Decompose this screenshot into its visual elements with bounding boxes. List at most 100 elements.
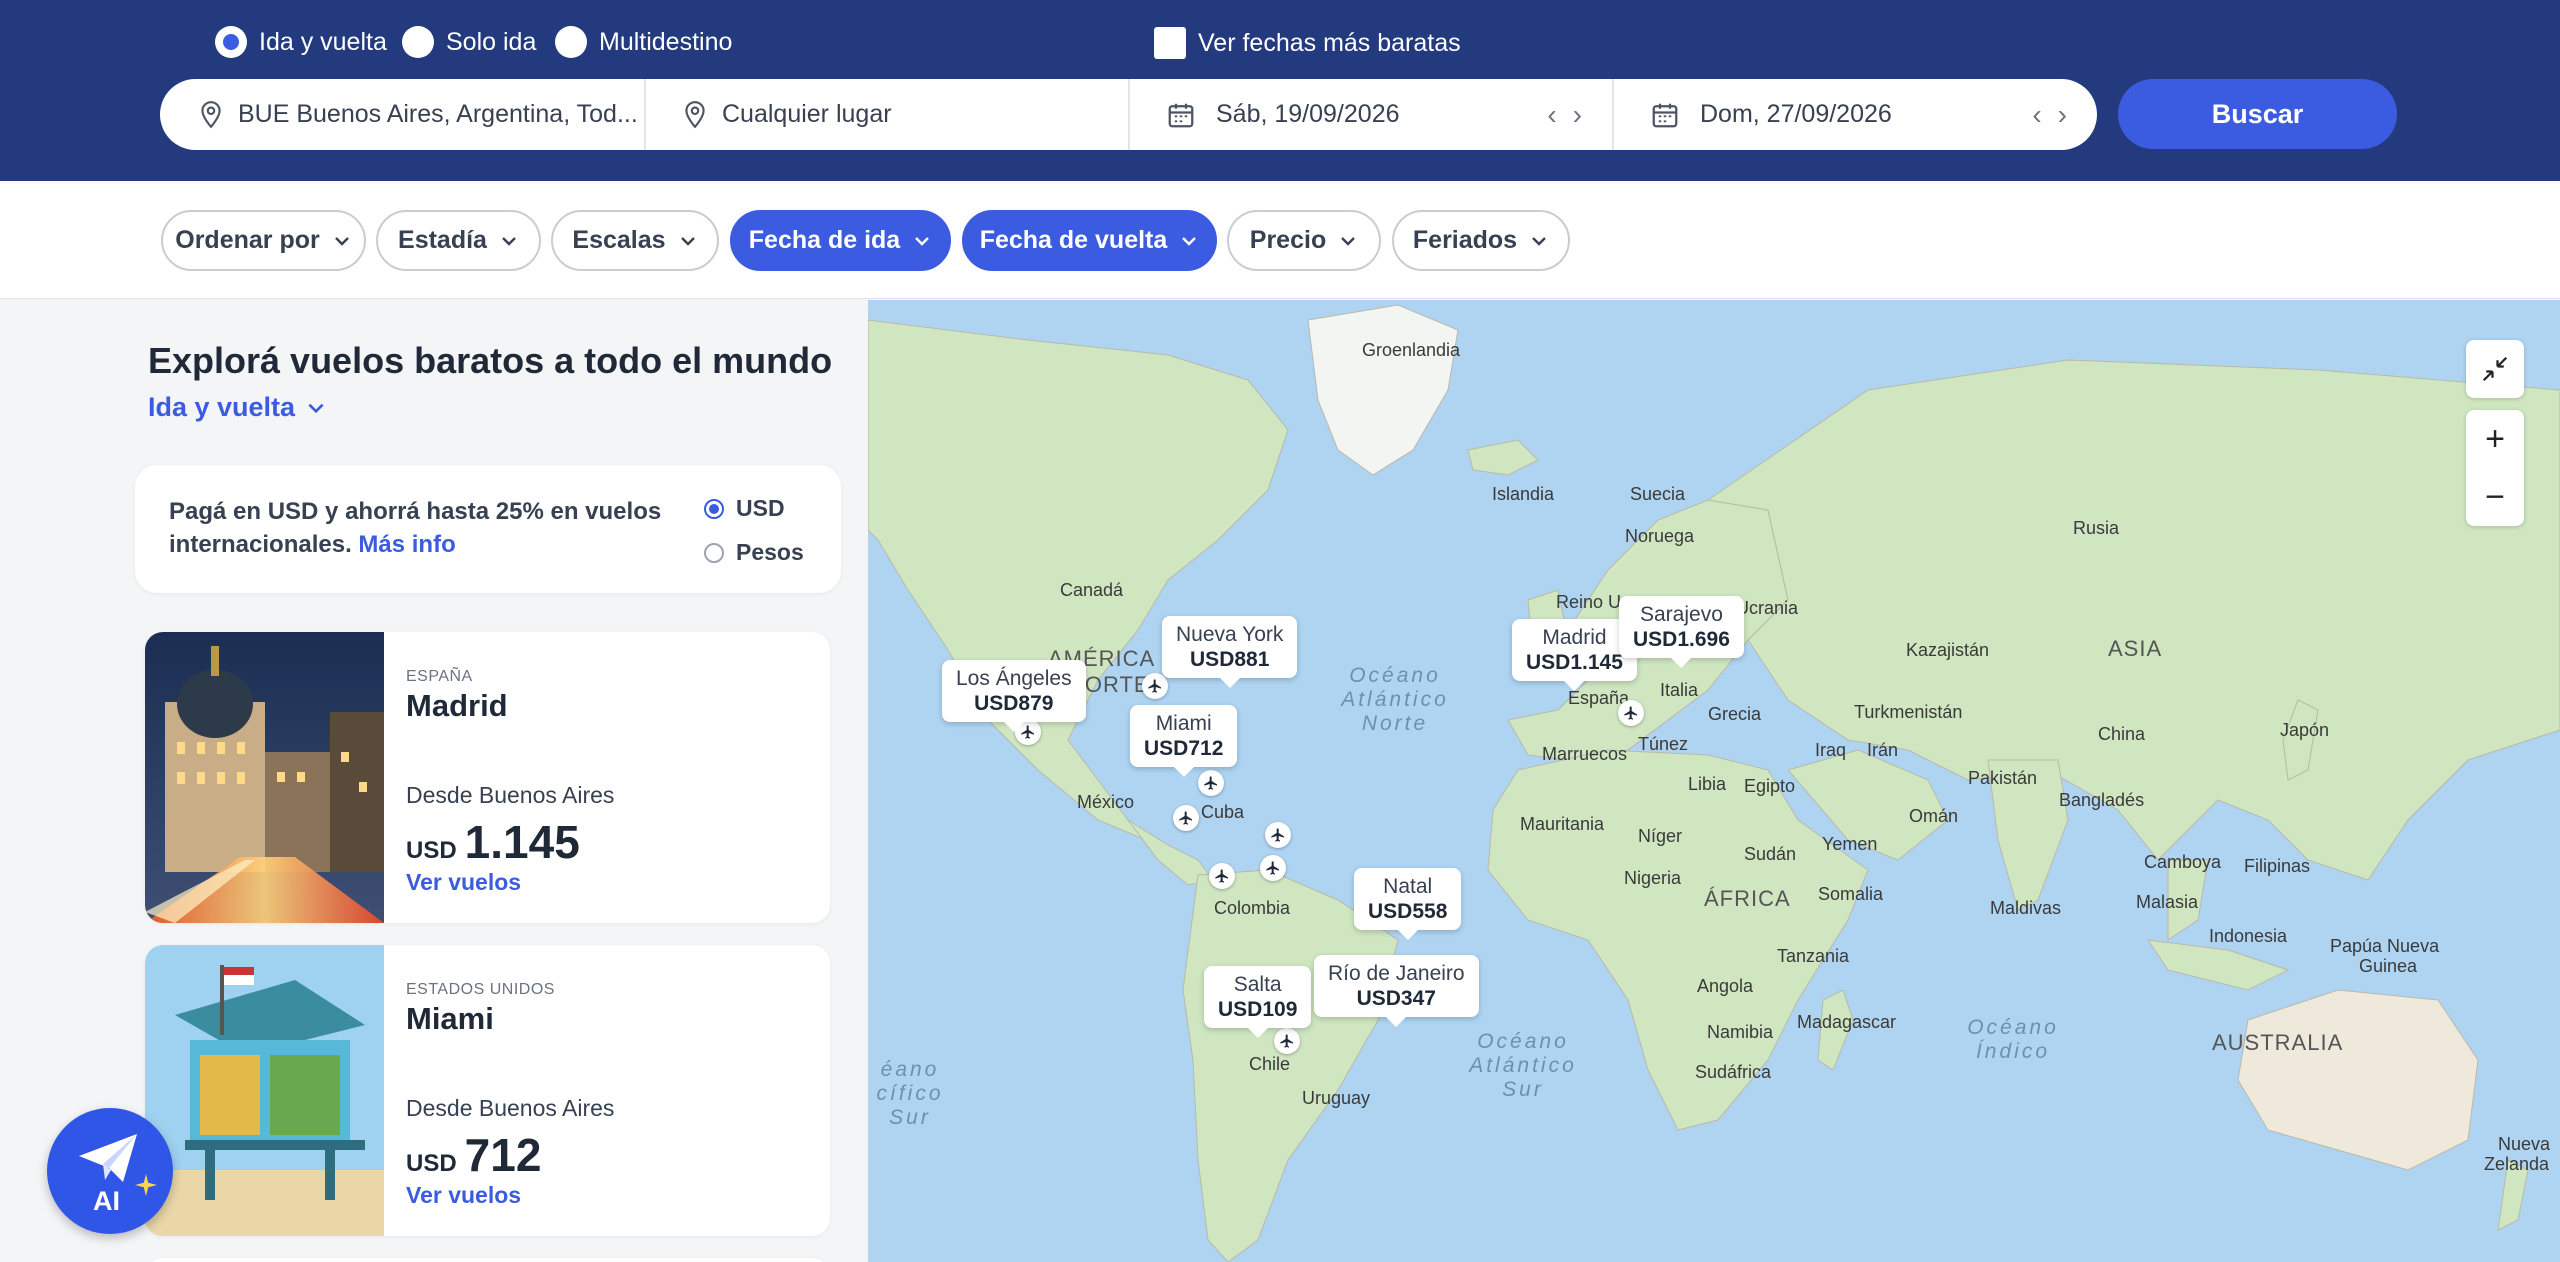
collapse-icon: [2482, 356, 2508, 382]
origin-value: BUE Buenos Aires, Argentina, Tod...: [238, 100, 638, 128]
map-label: Angola: [1697, 976, 1754, 996]
destination-card-miami[interactable]: ESTADOS UNIDOS Miami Desde Buenos Aires …: [145, 945, 830, 1236]
trip-type-multi[interactable]: Multidestino: [555, 26, 732, 58]
map-label: Nueva: [2498, 1134, 2551, 1154]
map-label: Filipinas: [2244, 856, 2311, 876]
map-label: Madagascar: [1797, 1012, 1897, 1032]
radio-one-way[interactable]: [402, 26, 434, 58]
ocean-label: Océano Atlántico Sur: [1469, 1030, 1577, 1101]
map-price-pin[interactable]: Sarajevo USD1.696: [1619, 596, 1744, 668]
search-button[interactable]: Buscar: [2118, 79, 2397, 149]
origin-field[interactable]: BUE Buenos Aires, Argentina, Tod...: [160, 79, 644, 150]
filter-price[interactable]: Precio: [1227, 210, 1381, 271]
airplane-marker-icon[interactable]: [1618, 700, 1644, 726]
pin-city: Los Ángeles: [956, 667, 1072, 690]
destination-field[interactable]: Cualquier lugar: [644, 79, 1128, 150]
pin-price: USD109: [1218, 998, 1298, 1021]
ocean-label: Océano Índico: [1967, 1016, 2059, 1063]
airplane-marker-icon[interactable]: [1260, 855, 1286, 881]
map-price-pin[interactable]: Río de Janeiro USD347: [1314, 955, 1479, 1027]
world-map[interactable]: Groenlandia Islandia Suecia Noruega Rusi…: [868, 300, 2560, 1262]
map-price-pin[interactable]: Los Ángeles USD879: [942, 660, 1086, 732]
filter-depart-date-label: Fecha de ida: [748, 226, 901, 254]
currency-option-pesos[interactable]: Pesos: [704, 539, 804, 566]
pin-price: USD712: [1144, 737, 1224, 760]
trip-type-dropdown[interactable]: Ida y vuelta: [148, 392, 327, 423]
ocean-label: Océano Atlántico Norte: [1341, 664, 1449, 735]
map-label: Italia: [1660, 680, 1699, 700]
destination-value: Cualquier lugar: [722, 100, 892, 128]
map-label: Papúa Nueva: [2330, 936, 2440, 956]
filter-stops[interactable]: Escalas: [551, 210, 719, 271]
pin-city: Natal: [1383, 875, 1433, 898]
chevron-left-icon[interactable]: ‹: [1547, 99, 1556, 131]
airplane-marker-icon[interactable]: [1265, 822, 1291, 848]
card-price-currency: USD: [406, 837, 457, 864]
return-date-value: Dom, 27/09/2026: [1700, 100, 1892, 128]
pin-city: Sarajevo: [1640, 603, 1723, 626]
map-label: Reino U: [1556, 592, 1622, 612]
filter-sort[interactable]: Ordenar por: [161, 210, 366, 271]
filter-stay[interactable]: Estadía: [376, 210, 541, 271]
trip-type-round-label: Ida y vuelta: [259, 27, 387, 56]
map-label: Guinea: [2359, 956, 2418, 976]
radio-round-trip[interactable]: [215, 26, 247, 58]
ai-assistant-button[interactable]: AI: [47, 1108, 173, 1234]
airplane-marker-icon[interactable]: [1274, 1028, 1300, 1054]
radio-pesos[interactable]: [704, 542, 724, 563]
trip-type-dropdown-label: Ida y vuelta: [148, 392, 296, 422]
map-label: Noruega: [1625, 526, 1695, 546]
return-date-field[interactable]: Dom, 27/09/2026 ‹ ›: [1612, 79, 2097, 150]
pin-price: USD1.696: [1633, 628, 1730, 651]
map-label: Ucrania: [1736, 598, 1799, 618]
currency-option-usd[interactable]: USD: [704, 495, 785, 522]
destination-card-partial[interactable]: [145, 1258, 830, 1262]
map-label: Colombia: [1214, 898, 1291, 918]
pin-price: USD879: [974, 692, 1054, 715]
chevron-right-icon[interactable]: ›: [1573, 99, 1582, 131]
depart-date-field[interactable]: Sáb, 19/09/2026 ‹ ›: [1128, 79, 1612, 150]
zoom-in-icon[interactable]: +: [2485, 410, 2505, 468]
chevron-right-icon[interactable]: ›: [2058, 99, 2067, 131]
map-price-pin[interactable]: Nueva York USD881: [1162, 616, 1298, 688]
chevron-left-icon[interactable]: ‹: [2032, 99, 2041, 131]
map-label: Grecia: [1708, 704, 1762, 724]
airplane-marker-icon[interactable]: [1142, 673, 1168, 699]
radio-multi-destination[interactable]: [555, 26, 587, 58]
airplane-marker-icon[interactable]: [1173, 805, 1199, 831]
miami-photo: [145, 945, 384, 1236]
airplane-marker-icon[interactable]: [1198, 770, 1224, 796]
card-price-amount: 712: [464, 1129, 542, 1181]
filter-holidays-label: Feriados: [1412, 226, 1518, 254]
cheapest-dates-checkbox[interactable]: [1154, 27, 1186, 59]
radio-usd[interactable]: [704, 498, 724, 519]
chevron-down-icon: [502, 236, 516, 246]
filter-return-date[interactable]: Fecha de vuelta: [962, 210, 1217, 271]
trip-type-multi-label: Multidestino: [599, 27, 733, 56]
airplane-marker-icon[interactable]: [1209, 863, 1235, 889]
ai-label: AI: [93, 1186, 120, 1216]
map-price-pin[interactable]: Salta USD109: [1204, 966, 1312, 1038]
zoom-out-icon[interactable]: −: [2485, 468, 2505, 526]
card-city: Miami: [406, 1001, 494, 1036]
filter-depart-date[interactable]: Fecha de ida: [730, 210, 951, 271]
card-country: ESTADOS UNIDOS: [406, 981, 555, 998]
collapse-map-button[interactable]: [2466, 340, 2524, 398]
view-flights-link[interactable]: Ver vuelos: [406, 1182, 521, 1209]
map-price-pin[interactable]: Natal USD558: [1354, 868, 1462, 940]
map-price-pin[interactable]: Miami USD712: [1130, 705, 1238, 777]
map-label: AUSTRALIA: [2212, 1030, 2344, 1055]
destination-card-madrid[interactable]: ESPAÑA Madrid Desde Buenos Aires USD 1.1…: [145, 632, 830, 923]
filter-holidays[interactable]: Feriados: [1392, 210, 1570, 271]
cheapest-dates-toggle[interactable]: Ver fechas más baratas: [1154, 27, 1461, 59]
trip-type-round[interactable]: Ida y vuelta: [215, 26, 387, 58]
view-flights-link[interactable]: Ver vuelos: [406, 869, 521, 896]
pin-price: USD347: [1356, 987, 1436, 1010]
filter-price-label: Precio: [1249, 226, 1327, 254]
card-price: USD 712: [406, 1128, 541, 1182]
map-label: Níger: [1638, 826, 1683, 846]
pin-city: Salta: [1233, 973, 1282, 996]
trip-type-oneway[interactable]: Solo ida: [402, 26, 536, 58]
more-info-link[interactable]: Más info: [358, 531, 455, 558]
madrid-photo: [145, 632, 384, 923]
